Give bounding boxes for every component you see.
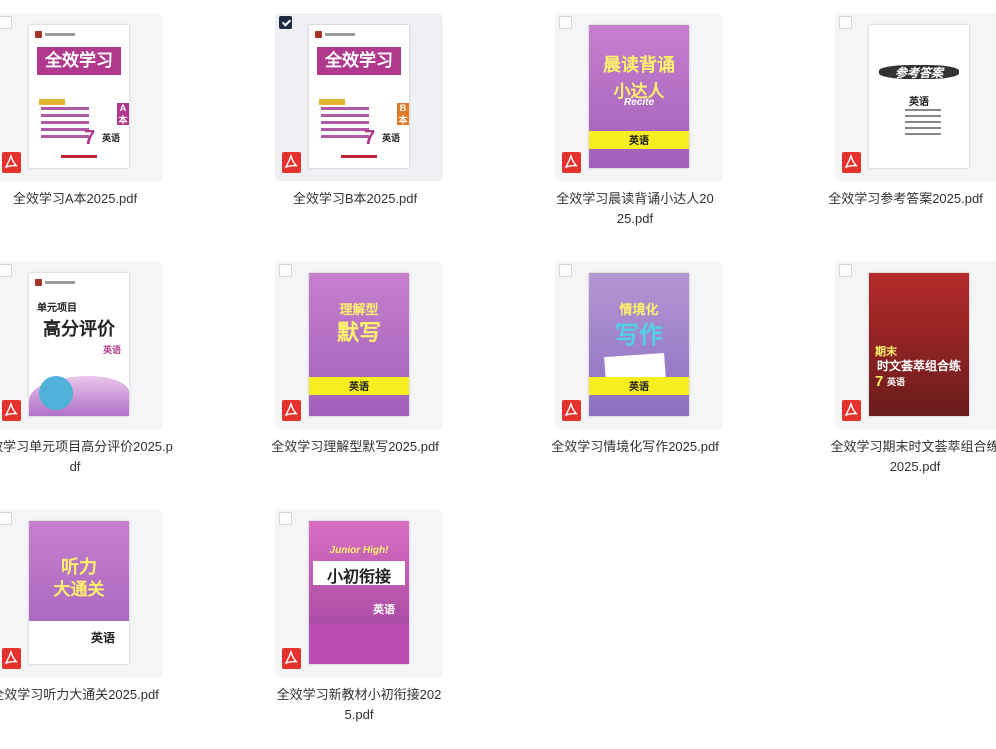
file-thumbnail: 晨读背诵 小达人 Recite 英语	[589, 25, 689, 168]
file-tile[interactable]: 期末 时文荟萃组合练 7 英语	[835, 261, 996, 429]
file-tile[interactable]: 全效学习 B本 7 英语	[275, 13, 443, 181]
pdf-icon	[282, 648, 301, 669]
checkbox-icon[interactable]	[0, 512, 12, 525]
pdf-icon	[2, 400, 21, 421]
file-name[interactable]: 全效学习单元项目高分评价2025.pdf	[0, 437, 175, 477]
pdf-icon	[842, 152, 861, 173]
file-name[interactable]: 全效学习新教材小初衔接2025.pdf	[275, 685, 443, 725]
checkbox-icon[interactable]	[0, 16, 12, 29]
file-tile[interactable]: 晨读背诵 小达人 Recite 英语	[555, 13, 723, 181]
file-thumbnail: 全效学习 B本 7 英语	[309, 25, 409, 168]
file-thumbnail: 参考答案 英语	[869, 25, 969, 168]
file-tile[interactable]: 参考答案 英语	[835, 13, 996, 181]
file-name[interactable]: 全效学习情境化写作2025.pdf	[535, 437, 735, 457]
file-name[interactable]: 全效学习A本2025.pdf	[0, 189, 175, 209]
file-thumbnail: 全效学习 A本 7 英语	[29, 25, 129, 168]
pdf-icon	[2, 152, 21, 173]
file-name[interactable]: 全效学习晨读背诵小达人2025.pdf	[555, 189, 715, 229]
checkbox-icon[interactable]	[279, 16, 292, 29]
file-tile[interactable]: 听力 大通关 英语	[0, 509, 163, 677]
checkbox-icon[interactable]	[279, 264, 292, 277]
file-name[interactable]: 全效学习期末时文荟萃组合练2025.pdf	[830, 437, 996, 477]
file-name[interactable]: 全效学习听力大通关2025.pdf	[0, 685, 175, 705]
file-thumbnail: Junior High! 小初衔接 英语	[309, 521, 409, 664]
file-tile[interactable]: 单元项目 高分评价 英语	[0, 261, 163, 429]
pdf-icon	[842, 400, 861, 421]
file-name[interactable]: 全效学习理解型默写2025.pdf	[255, 437, 455, 457]
file-thumbnail: 期末 时文荟萃组合练 7 英语	[869, 273, 969, 416]
file-tile[interactable]: 情境化 写作 英语	[555, 261, 723, 429]
pdf-icon	[562, 400, 581, 421]
pdf-icon	[282, 152, 301, 173]
file-name[interactable]: 全效学习B本2025.pdf	[255, 189, 455, 209]
file-tile[interactable]: 理解型 默写 英语	[275, 261, 443, 429]
checkbox-icon[interactable]	[559, 264, 572, 277]
checkbox-icon[interactable]	[559, 16, 572, 29]
file-thumbnail: 听力 大通关 英语	[29, 521, 129, 664]
checkbox-icon[interactable]	[0, 264, 12, 277]
checkbox-icon[interactable]	[279, 512, 292, 525]
pdf-icon	[562, 152, 581, 173]
file-tile[interactable]: 全效学习 A本 7 英语	[0, 13, 163, 181]
file-thumbnail: 情境化 写作 英语	[589, 273, 689, 416]
file-name[interactable]: 全效学习参考答案2025.pdf	[815, 189, 996, 209]
file-thumbnail: 单元项目 高分评价 英语	[29, 273, 129, 416]
file-tile[interactable]: Junior High! 小初衔接 英语	[275, 509, 443, 677]
file-thumbnail: 理解型 默写 英语	[309, 273, 409, 416]
checkbox-icon[interactable]	[839, 16, 852, 29]
checkbox-icon[interactable]	[839, 264, 852, 277]
pdf-icon	[282, 400, 301, 421]
pdf-icon	[2, 648, 21, 669]
